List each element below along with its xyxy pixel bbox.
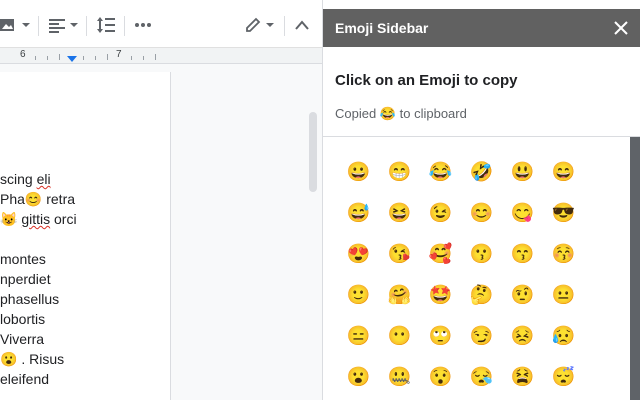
emoji-button[interactable]: 😮 <box>338 357 379 398</box>
close-button[interactable] <box>611 18 631 38</box>
emoji-button[interactable]: 😚 <box>543 234 584 275</box>
emoji-button[interactable]: 😀 <box>338 152 379 193</box>
align-button[interactable] <box>48 14 78 36</box>
emoji-button[interactable]: 😆 <box>379 193 420 234</box>
emoji-button[interactable]: 😋 <box>502 193 543 234</box>
line-spacing-icon <box>97 17 115 33</box>
ruler-tick <box>155 54 156 60</box>
emoji-button[interactable]: 🤩 <box>420 275 461 316</box>
emoji-button[interactable]: 😘 <box>379 234 420 275</box>
toolbar-divider <box>38 16 39 36</box>
ruler-tick <box>47 56 48 60</box>
ruler-number: 7 <box>116 49 122 60</box>
document-scrollbar[interactable] <box>309 112 317 192</box>
doc-text-line: nperdiet <box>0 271 51 287</box>
document-page[interactable]: scing eli Pha😊 retra 😺 gittis orci monte… <box>0 72 171 400</box>
pencil-icon <box>246 17 261 32</box>
emoji-button[interactable]: 😂 <box>420 152 461 193</box>
emoji-button[interactable]: 😫 <box>502 357 543 398</box>
close-icon <box>614 21 628 35</box>
align-left-icon <box>49 19 65 33</box>
chevron-down-icon <box>266 23 274 27</box>
more-icon <box>135 23 151 27</box>
emoji-button[interactable]: 😎 <box>543 193 584 234</box>
ruler-tick <box>35 56 36 60</box>
emoji-button[interactable]: 🤔 <box>461 275 502 316</box>
emoji-button[interactable]: 😐 <box>543 275 584 316</box>
emoji-button[interactable]: 😍 <box>338 234 379 275</box>
ruler-tick <box>143 56 144 60</box>
doc-text-line: Pha😊 retra <box>0 191 76 207</box>
emoji-button[interactable]: 😙 <box>502 234 543 275</box>
doc-text-line: phasellus <box>0 291 60 307</box>
doc-text-line: montes <box>0 251 46 267</box>
ruler-tick <box>95 56 96 60</box>
docs-toolbar <box>0 0 322 48</box>
emoji-button[interactable]: 😪 <box>461 357 502 398</box>
doc-text-line: 😮 . Risus <box>0 351 65 367</box>
chevron-down-icon <box>70 23 78 27</box>
sidebar-title: Emoji Sidebar <box>335 20 429 36</box>
spelling-error[interactable]: eli <box>37 171 51 187</box>
toolbar-divider <box>284 16 285 36</box>
emoji-sidebar: Emoji Sidebar Click on an Emoji to copy … <box>322 0 640 400</box>
emoji-button[interactable]: 😏 <box>461 316 502 357</box>
emoji-button[interactable]: 😗 <box>461 234 502 275</box>
spelling-error[interactable]: gittis <box>21 211 50 227</box>
sidebar-header: Emoji Sidebar <box>323 9 640 47</box>
doc-text-line: lobortis <box>0 311 46 327</box>
emoji-button[interactable]: 😁 <box>379 152 420 193</box>
emoji-button[interactable]: 🙂 <box>338 275 379 316</box>
insert-image-button[interactable] <box>0 14 30 36</box>
chevron-down-icon <box>22 23 30 27</box>
collapse-icon <box>295 20 309 30</box>
toolbar-divider <box>86 16 87 36</box>
emoji-button[interactable]: 😥 <box>543 316 584 357</box>
doc-text-line: 😺 gittis orci <box>0 211 77 227</box>
emoji-button[interactable]: 🤐 <box>379 357 420 398</box>
emoji-button[interactable]: 🤣 <box>461 152 502 193</box>
emoji-button[interactable]: 😑 <box>338 316 379 357</box>
doc-text-line: Viverra <box>0 331 45 347</box>
app-window: 6 7 scing eli Pha😊 retra 😺 gittis orci m… <box>0 0 640 400</box>
doc-text-line: scing eli <box>0 171 51 187</box>
indent-marker[interactable] <box>67 56 77 62</box>
line-spacing-button[interactable] <box>96 14 116 36</box>
emoji-grid-viewport: 😀 😁 😂 🤣 😃 😄 😅 😆 😉 😊 😋 😎 😍 😘 🥰 😗 😙 😚 🙂 🤗 🤩 🤔 🤨 😐 😑 😶 🙄 😏 😣 😥 😮 🤐 😯 😪 😫 😴 <box>323 137 640 400</box>
image-icon <box>0 19 14 31</box>
ruler-tick <box>83 56 84 60</box>
more-options-button[interactable] <box>134 14 152 36</box>
emoji-button[interactable]: 😊 <box>461 193 502 234</box>
ruler: 6 7 <box>0 48 322 64</box>
emoji-button[interactable]: 🙄 <box>420 316 461 357</box>
copied-emoji: 😂 <box>379 106 397 121</box>
emoji-button[interactable]: 🥰 <box>420 234 461 275</box>
emoji-button[interactable]: 😄 <box>543 152 584 193</box>
emoji-button[interactable]: 😶 <box>379 316 420 357</box>
sidebar-heading: Click on an Emoji to copy <box>335 72 518 89</box>
sidebar-scrollbar[interactable] <box>630 137 640 400</box>
emoji-grid: 😀 😁 😂 🤣 😃 😄 😅 😆 😉 😊 😋 😎 😍 😘 🥰 😗 😙 😚 🙂 🤗 🤩 🤔 🤨 😐 😑 😶 🙄 😏 😣 😥 😮 🤐 😯 😪 😫 😴 <box>338 152 584 398</box>
emoji-button[interactable]: 🤨 <box>502 275 543 316</box>
emoji-button[interactable]: 😅 <box>338 193 379 234</box>
emoji-button[interactable]: 🤗 <box>379 275 420 316</box>
ruler-tick <box>59 54 60 60</box>
ruler-tick <box>131 56 132 60</box>
ruler-number: 6 <box>20 49 26 60</box>
emoji-button[interactable]: 😣 <box>502 316 543 357</box>
editing-mode-button[interactable] <box>244 14 274 36</box>
ruler-tick <box>107 54 108 60</box>
emoji-button[interactable]: 😴 <box>543 357 584 398</box>
hide-menus-button[interactable] <box>294 14 310 36</box>
emoji-button[interactable]: 😉 <box>420 193 461 234</box>
copy-status: Copied 😂 to clipboard <box>335 106 467 121</box>
toolbar-divider <box>124 16 125 36</box>
doc-text-line: eleifend <box>0 371 50 387</box>
emoji-button[interactable]: 😯 <box>420 357 461 398</box>
emoji-button[interactable]: 😃 <box>502 152 543 193</box>
